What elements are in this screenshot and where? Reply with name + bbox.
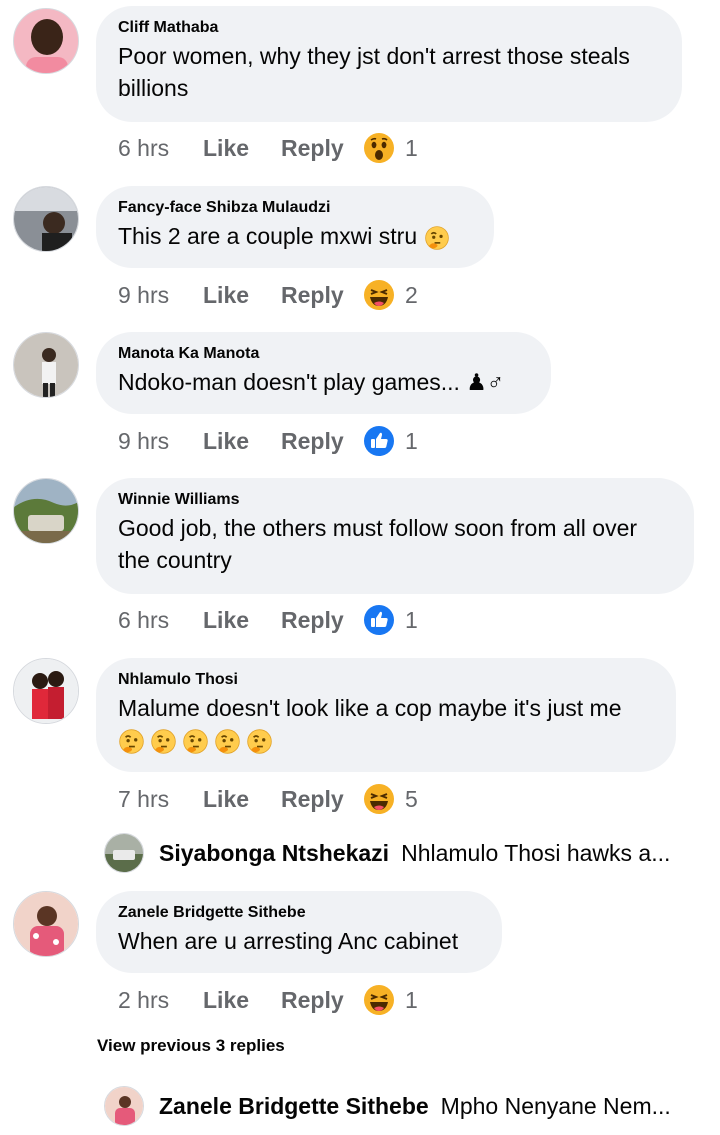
reply-button[interactable]: Reply	[281, 428, 361, 455]
reply-author[interactable]: Siyabonga Ntshekazi	[159, 840, 389, 867]
comment-actions: 6 hrs Like Reply 1	[118, 605, 418, 635]
comment-text: the country	[118, 547, 232, 573]
comment-text: Poor women, why they jst don't arrest th…	[118, 43, 630, 69]
like-button[interactable]: Like	[203, 607, 281, 634]
comment-author[interactable]: Cliff Mathaba	[118, 18, 656, 38]
wow-icon[interactable]	[363, 132, 395, 164]
like-icon[interactable]	[363, 604, 395, 636]
comment-text: This 2 are a couple mxwi stru	[118, 220, 468, 252]
comment-time[interactable]: 6 hrs	[118, 135, 203, 162]
like-button[interactable]: Like	[203, 282, 281, 309]
avatar[interactable]	[13, 8, 79, 74]
reply-text: Nhlamulo Thosi hawks a...	[401, 839, 671, 866]
reply-text: Mpho Nenyane Nem...	[440, 1092, 671, 1119]
haha-icon[interactable]	[363, 783, 395, 815]
comment-time[interactable]: 9 hrs	[118, 428, 203, 455]
comment-time[interactable]: 2 hrs	[118, 987, 203, 1014]
reply-button[interactable]: Reply	[281, 987, 361, 1014]
reaction-count[interactable]: 5	[405, 786, 418, 813]
haha-icon[interactable]	[363, 984, 395, 1016]
comment-bubble: Zanele Bridgette Sithebe When are u arre…	[96, 891, 502, 973]
reaction-count[interactable]: 1	[405, 428, 418, 455]
comment-author[interactable]: Winnie Williams	[118, 490, 668, 510]
comment-author[interactable]: Fancy-face Shibza Mulaudzi	[118, 198, 468, 218]
avatar[interactable]	[104, 833, 144, 873]
comment-actions: 9 hrs Like Reply 1	[118, 426, 418, 456]
reaction-count[interactable]: 2	[405, 282, 418, 309]
comment-actions: 2 hrs Like Reply 1	[118, 985, 418, 1015]
comment-actions: 6 hrs Like Reply 1	[118, 133, 418, 163]
reply-button[interactable]: Reply	[281, 786, 361, 813]
like-button[interactable]: Like	[203, 786, 281, 813]
thinking-face-icon	[182, 728, 209, 755]
like-button[interactable]: Like	[203, 135, 281, 162]
comment-text: Malume doesn't look like a cop maybe it'…	[118, 695, 622, 721]
avatar[interactable]	[13, 478, 79, 544]
like-button[interactable]: Like	[203, 428, 281, 455]
comment-text-content: This 2 are a couple mxwi stru	[118, 223, 418, 249]
comment-time[interactable]: 7 hrs	[118, 786, 203, 813]
avatar[interactable]	[13, 332, 79, 398]
thinking-face-icon	[214, 728, 241, 755]
comment-text: billions	[118, 75, 189, 101]
comment-text: When are u arresting Anc cabinet	[118, 928, 459, 954]
avatar[interactable]	[13, 186, 79, 252]
reply-button[interactable]: Reply	[281, 282, 361, 309]
thinking-face-icon	[118, 728, 145, 755]
thinking-face-icon	[246, 728, 273, 755]
reaction-count[interactable]: 1	[405, 135, 418, 162]
avatar[interactable]	[13, 891, 79, 957]
comment-bubble: Winnie Williams Good job, the others mus…	[96, 478, 694, 594]
comment-text: Ndoko-man doesn't play games... ♟♂	[118, 369, 505, 395]
reply-button[interactable]: Reply	[281, 607, 361, 634]
comment-bubble: Fancy-face Shibza Mulaudzi This 2 are a …	[96, 186, 494, 268]
reply-preview[interactable]: Zanele Bridgette Sithebe Mpho Nenyane Ne…	[104, 1086, 671, 1126]
avatar[interactable]	[104, 1086, 144, 1126]
comment-bubble: Manota Ka Manota Ndoko-man doesn't play …	[96, 332, 551, 414]
view-previous-replies-link[interactable]: View previous 3 replies	[97, 1036, 285, 1056]
comment-bubble: Nhlamulo Thosi Malume doesn't look like …	[96, 658, 676, 772]
avatar[interactable]	[13, 658, 79, 724]
comment-author[interactable]: Nhlamulo Thosi	[118, 670, 650, 690]
comment-actions: 9 hrs Like Reply 2	[118, 280, 418, 310]
reply-preview[interactable]: Siyabonga Ntshekazi Nhlamulo Thosi hawks…	[104, 833, 670, 873]
comment-author[interactable]: Zanele Bridgette Sithebe	[118, 903, 476, 923]
comment-actions: 7 hrs Like Reply 5	[118, 784, 418, 814]
reaction-count[interactable]: 1	[405, 607, 418, 634]
reply-author[interactable]: Zanele Bridgette Sithebe	[159, 1093, 429, 1120]
comment-text: Good job, the others must follow soon fr…	[118, 515, 638, 541]
haha-icon[interactable]	[363, 279, 395, 311]
comment-time[interactable]: 6 hrs	[118, 607, 203, 634]
thinking-face-icon	[424, 225, 450, 251]
comment-time[interactable]: 9 hrs	[118, 282, 203, 309]
like-button[interactable]: Like	[203, 987, 281, 1014]
like-icon[interactable]	[363, 425, 395, 457]
comment-author[interactable]: Manota Ka Manota	[118, 344, 525, 364]
comment-bubble: Cliff Mathaba Poor women, why they jst d…	[96, 6, 682, 122]
reply-button[interactable]: Reply	[281, 135, 361, 162]
thinking-face-icon	[150, 728, 177, 755]
reaction-count[interactable]: 1	[405, 987, 418, 1014]
emoji-row	[118, 724, 650, 756]
